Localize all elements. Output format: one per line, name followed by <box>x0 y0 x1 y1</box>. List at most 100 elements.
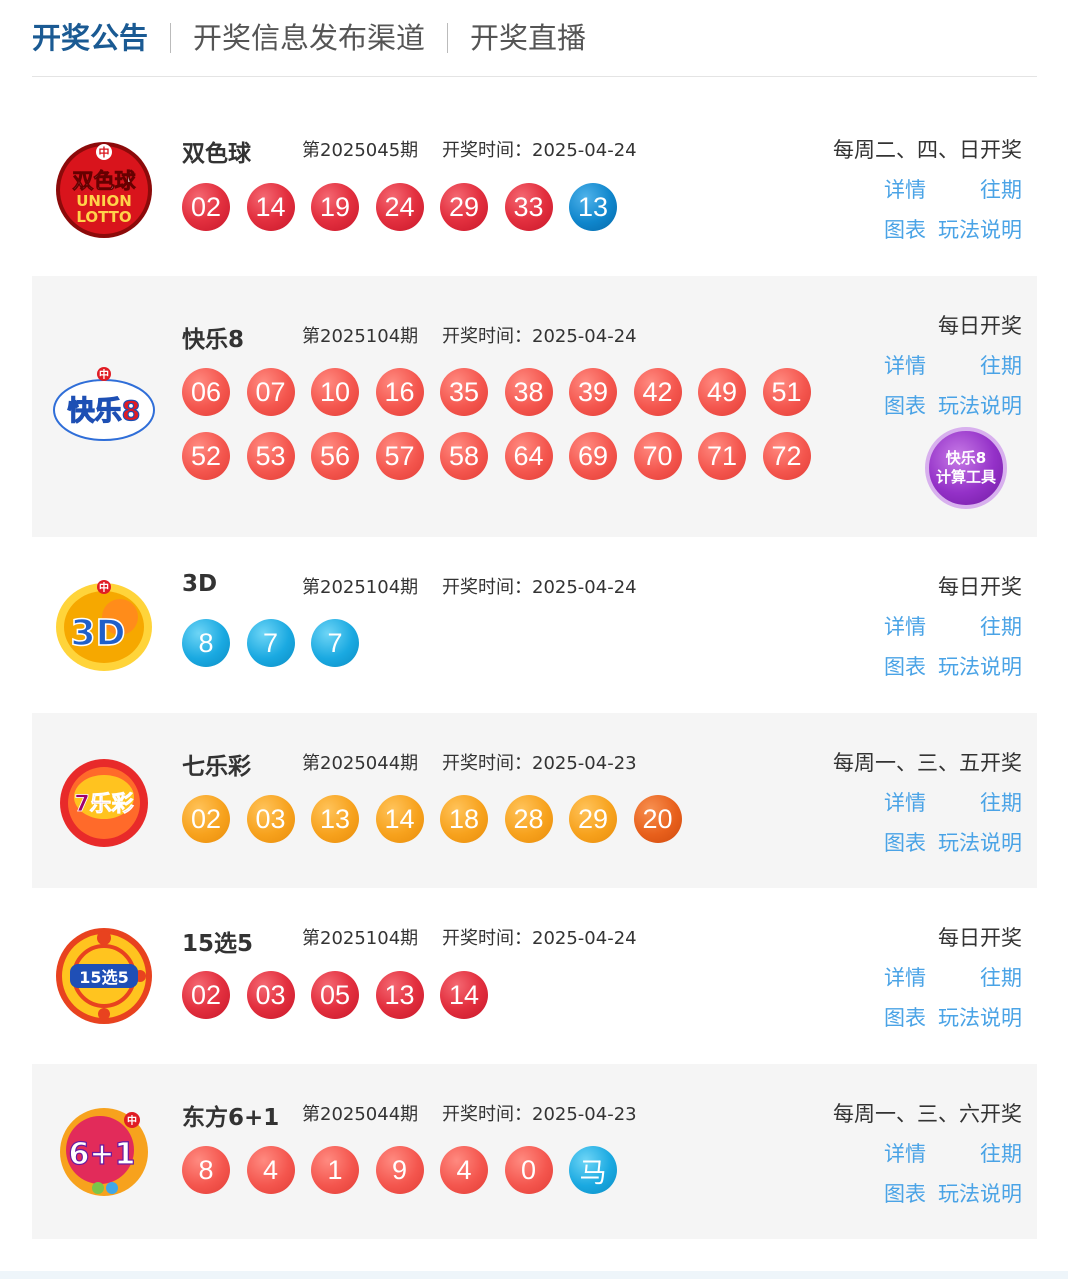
chart-link[interactable]: 图表 <box>884 1178 926 1208</box>
number-ball: 69 <box>569 432 617 480</box>
tab-release-channels[interactable]: 开奖信息发布渠道 <box>193 18 425 58</box>
number-ball: 13 <box>375 971 424 1019</box>
number-ball: 29 <box>440 183 488 231</box>
ssq-logo[interactable]: 中 双色球 UNION LOTTO <box>52 138 156 242</box>
15x5-logo[interactable]: 15选5 <box>52 924 156 1028</box>
rules-link[interactable]: 玩法说明 <box>938 1002 1022 1032</box>
draw-schedule: 每周一、三、六开奖 <box>833 1102 1022 1126</box>
df61-logo[interactable]: 中 6+1 <box>52 1100 156 1204</box>
history-link[interactable]: 往期 <box>980 1138 1022 1168</box>
history-link[interactable]: 往期 <box>980 787 1022 817</box>
number-ball: 71 <box>698 432 746 480</box>
issue-number: 第2025104期 <box>302 577 419 598</box>
draw-time: 开奖时间：2025-04-24 <box>442 326 637 347</box>
draw-time: 开奖时间：2025-04-24 <box>442 140 637 161</box>
15x5-logo-text: 15选5 <box>79 968 128 987</box>
details-link[interactable]: 详情 <box>884 962 926 992</box>
number-ball: 20 <box>633 795 682 843</box>
history-link[interactable]: 往期 <box>980 962 1022 992</box>
lottery-row-qlc: 7乐彩 七乐彩 第2025044期 开奖时间：2025-04-23 02 03 13… <box>32 713 1037 888</box>
number-ball: 马 <box>569 1146 617 1194</box>
ball-list: 02 03 13 14 18 28 29 20 <box>182 795 842 843</box>
number-ball: 0 <box>504 1146 553 1194</box>
draw-time: 开奖时间：2025-04-23 <box>442 753 637 774</box>
number-ball: 14 <box>375 795 424 843</box>
3d-logo-text: 3D <box>71 613 126 654</box>
rules-link[interactable]: 玩法说明 <box>938 214 1022 244</box>
calc-label: 快乐8 <box>945 449 987 467</box>
draw-schedule: 每日开奖 <box>938 314 1022 338</box>
lottery-name[interactable]: 3D <box>182 571 217 597</box>
chart-link[interactable]: 图表 <box>884 390 926 420</box>
svg-text:中: 中 <box>99 368 109 381</box>
issue-number: 第2025044期 <box>302 1104 419 1125</box>
number-ball: 02 <box>182 795 230 843</box>
3d-logo[interactable]: 中 3D <box>52 573 156 677</box>
number-ball: 05 <box>311 971 359 1019</box>
rules-link[interactable]: 玩法说明 <box>938 827 1022 857</box>
tab-draw-announcement[interactable]: 开奖公告 <box>32 18 148 58</box>
lottery-row-3d: 中 3D 3D 第2025104期 开奖时间：2025-04-24 877 每日… <box>32 537 1037 713</box>
svg-text:中: 中 <box>127 1114 137 1127</box>
rules-link[interactable]: 玩法说明 <box>938 390 1022 420</box>
number-ball: 02 <box>182 183 230 231</box>
lottery-row-15x5: 15选5 15选5 第2025104期 开奖时间：2025-04-24 02 03… <box>32 888 1037 1064</box>
qlc-logo[interactable]: 7乐彩 <box>52 749 156 853</box>
ball-list: 02 03 05 13 14 <box>182 971 842 1019</box>
number-ball: 02 <box>182 971 230 1019</box>
svg-text:中: 中 <box>99 145 110 159</box>
details-link[interactable]: 详情 <box>884 611 926 641</box>
number-ball: 03 <box>246 971 295 1019</box>
number-ball: 33 <box>504 183 553 231</box>
chart-link[interactable]: 图表 <box>884 651 926 681</box>
number-ball: 39 <box>569 368 617 416</box>
history-link[interactable]: 往期 <box>980 611 1022 641</box>
draw-schedule: 每日开奖 <box>938 575 1022 599</box>
details-link[interactable]: 详情 <box>884 350 926 380</box>
svg-text:中: 中 <box>99 581 109 594</box>
ssq-logo-text: LOTTO <box>76 208 131 226</box>
number-ball: 38 <box>504 368 553 416</box>
tab-live-draw[interactable]: 开奖直播 <box>470 18 586 58</box>
chart-link[interactable]: 图表 <box>884 827 926 857</box>
ball-list: 877 <box>182 619 842 667</box>
lottery-name[interactable]: 15选5 <box>182 924 253 958</box>
kl8-calculator-button[interactable]: 快乐8 计算工具 <box>925 427 1007 509</box>
issue-number: 第2025104期 <box>302 928 419 949</box>
kl8-logo[interactable]: 中 快乐8 <box>52 354 156 458</box>
draw-schedule: 每周一、三、五开奖 <box>833 751 1022 775</box>
draw-time: 开奖时间：2025-04-23 <box>442 1104 637 1125</box>
number-ball: 9 <box>375 1146 424 1194</box>
rules-link[interactable]: 玩法说明 <box>938 1178 1022 1208</box>
tab-divider <box>447 23 449 53</box>
number-ball: 8 <box>182 1146 230 1194</box>
chart-link[interactable]: 图表 <box>884 1002 926 1032</box>
details-link[interactable]: 详情 <box>884 1138 926 1168</box>
number-ball: 03 <box>246 795 295 843</box>
number-ball: 35 <box>440 368 488 416</box>
history-link[interactable]: 往期 <box>980 174 1022 204</box>
calc-label: 计算工具 <box>935 468 996 486</box>
ssq-logo-text: 双色球 <box>73 169 137 193</box>
ball-list: 02 14 19 24 29 33 13 <box>182 183 842 231</box>
kl8-logo-text: 快乐8 <box>68 396 141 427</box>
number-ball: 64 <box>504 432 553 480</box>
draw-time: 开奖时间：2025-04-24 <box>442 928 637 949</box>
rules-link[interactable]: 玩法说明 <box>938 651 1022 681</box>
ball-list: 06 07 10 16 35 38 39 42 49 51 52 53 56 57 58 64 69 70 71 72 <box>182 368 842 480</box>
chart-link[interactable]: 图表 <box>884 214 926 244</box>
lottery-row-df61: 中 6+1 东方6+1 第2025044期 开奖时间：2025-04-23 84… <box>32 1064 1037 1239</box>
history-link[interactable]: 往期 <box>980 350 1022 380</box>
number-ball: 16 <box>375 368 424 416</box>
number-ball: 06 <box>182 368 230 416</box>
lottery-name[interactable]: 东方6+1 <box>182 1098 279 1132</box>
issue-number: 第2025104期 <box>302 326 419 347</box>
lottery-name[interactable]: 七乐彩 <box>182 747 251 781</box>
number-ball: 13 <box>311 795 359 843</box>
lottery-name[interactable]: 快乐8 <box>182 320 244 354</box>
details-link[interactable]: 详情 <box>884 787 926 817</box>
lottery-name[interactable]: 双色球 <box>182 134 251 168</box>
number-ball: 4 <box>246 1146 295 1194</box>
details-link[interactable]: 详情 <box>884 174 926 204</box>
number-ball: 72 <box>762 432 811 480</box>
